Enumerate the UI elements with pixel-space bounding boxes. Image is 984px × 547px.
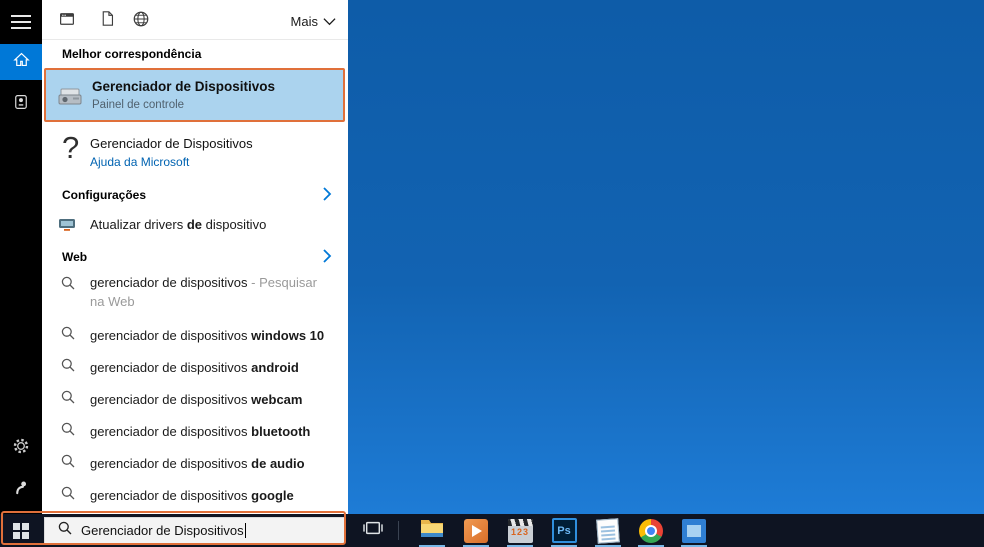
suggestion-text: gerenciador de dispositivos - Pesquisar … — [90, 275, 317, 309]
suggestion-text: gerenciador de dispositivos android — [90, 360, 299, 375]
web-suggestion[interactable]: gerenciador de dispositivos webcam — [42, 382, 348, 414]
globe-icon — [132, 10, 150, 33]
search-icon — [60, 275, 76, 296]
suggestion-text: gerenciador de dispositivos windows 10 — [90, 328, 325, 343]
task-view-button[interactable] — [356, 514, 390, 547]
hamburger-icon — [11, 15, 31, 17]
search-flyout-rail — [0, 0, 42, 514]
text-cursor — [244, 523, 246, 538]
more-filters-button[interactable]: Mais — [291, 10, 336, 32]
help-result-title: Gerenciador de Dispositivos — [90, 136, 253, 151]
chrome-icon — [639, 518, 663, 543]
sidebar-item-notebook[interactable] — [0, 88, 42, 120]
task-view-icon — [362, 519, 384, 542]
taskbar-search-box[interactable]: Gerenciador de Dispositivos — [44, 517, 345, 544]
web-suggestion[interactable]: gerenciador de dispositivos google — [42, 478, 348, 510]
search-input-value[interactable]: Gerenciador de Dispositivos — [81, 523, 244, 538]
settings-header-label: Configurações — [62, 188, 147, 202]
search-icon — [57, 520, 73, 541]
hamburger-menu-button[interactable] — [0, 8, 42, 36]
suggestion-text: gerenciador de dispositivos de audio — [90, 456, 305, 471]
windows-logo-icon — [13, 522, 29, 539]
search-results-panel: Mais Melhor correspondência Gerenciador … — [42, 0, 348, 514]
suggestion-text: gerenciador de dispositivos webcam — [90, 392, 303, 407]
taskbar-app-chrome[interactable] — [631, 514, 671, 547]
search-icon — [60, 389, 76, 410]
chevron-right-icon — [322, 248, 332, 269]
help-result-link[interactable]: Ajuda da Microsoft — [90, 155, 189, 169]
photos-icon — [682, 518, 706, 543]
search-icon — [60, 485, 76, 506]
web-suggestion[interactable]: gerenciador de dispositivos de audio — [42, 446, 348, 478]
document-icon — [99, 10, 116, 32]
suggestion-text: gerenciador de dispositivos bluetooth — [90, 424, 311, 439]
question-mark-icon: ? — [62, 130, 80, 165]
file-explorer-icon — [419, 517, 445, 544]
taskbar-divider — [398, 521, 399, 540]
clapperboard-icon: 123 — [507, 518, 533, 543]
filter-documents-button[interactable] — [96, 10, 118, 32]
gear-icon — [12, 437, 30, 460]
filter-apps-button[interactable] — [56, 10, 78, 32]
device-manager-icon — [56, 83, 86, 114]
more-label: Mais — [290, 13, 318, 29]
chevron-right-icon — [322, 186, 332, 207]
filter-web-button[interactable] — [130, 10, 152, 32]
web-suggestion[interactable]: gerenciador de dispositivos windows 10 — [42, 318, 348, 350]
taskbar-app-file-explorer[interactable] — [412, 514, 452, 547]
driver-update-icon — [58, 217, 76, 237]
web-group-header[interactable]: Web — [42, 244, 348, 270]
highlight-box-best-match: Gerenciador de Dispositivos Painel de co… — [44, 68, 345, 122]
media-player-icon — [464, 518, 488, 543]
web-header-label: Web — [62, 250, 88, 264]
notepad-icon — [596, 517, 620, 544]
desktop-background — [348, 0, 984, 514]
suggestion-text: gerenciador de dispositivos google — [90, 488, 294, 503]
chevron-down-icon — [323, 14, 336, 29]
taskbar-app-photoshop[interactable]: Ps — [544, 514, 584, 547]
taskbar: Gerenciador de Dispositivos 123 Ps — [0, 514, 984, 547]
best-match-subtitle: Painel de controle — [92, 99, 185, 111]
settings-result-update-drivers[interactable]: Atualizar drivers de dispositivo — [42, 210, 348, 240]
taskbar-app-notepad[interactable] — [588, 514, 628, 547]
search-filter-bar: Mais — [42, 0, 348, 40]
sidebar-item-settings[interactable] — [0, 434, 42, 462]
taskbar-app-media-player[interactable] — [456, 514, 496, 547]
search-icon — [60, 453, 76, 474]
search-icon — [60, 357, 76, 378]
help-result[interactable]: ? Gerenciador de Dispositivos Ajuda da M… — [42, 128, 348, 178]
taskbar-app-klite-codec[interactable]: 123 — [500, 514, 540, 547]
search-icon — [60, 325, 76, 346]
settings-result-text: Atualizar drivers de dispositivo — [90, 217, 267, 232]
web-suggestion[interactable]: gerenciador de dispositivos - Pesquisar … — [42, 268, 348, 314]
feedback-icon — [13, 479, 30, 501]
windows-10-screen: Mais Melhor correspondência Gerenciador … — [0, 0, 984, 547]
sidebar-item-feedback[interactable] — [0, 476, 42, 504]
start-button[interactable] — [0, 514, 42, 547]
web-suggestion[interactable]: gerenciador de dispositivos android — [42, 350, 348, 382]
home-icon — [12, 50, 31, 74]
photoshop-icon: Ps — [551, 518, 577, 543]
search-icon — [60, 421, 76, 442]
apps-icon — [58, 10, 76, 33]
notebook-icon — [12, 93, 30, 116]
taskbar-app-photos[interactable] — [674, 514, 714, 547]
best-match-result[interactable]: Gerenciador de Dispositivos Painel de co… — [46, 70, 343, 120]
best-match-header: Melhor correspondência — [62, 47, 202, 61]
web-suggestion[interactable]: gerenciador de dispositivos bluetooth — [42, 414, 348, 446]
best-match-title: Gerenciador de Dispositivos — [92, 79, 276, 94]
settings-group-header[interactable]: Configurações — [42, 182, 348, 208]
sidebar-item-home[interactable] — [0, 44, 42, 80]
